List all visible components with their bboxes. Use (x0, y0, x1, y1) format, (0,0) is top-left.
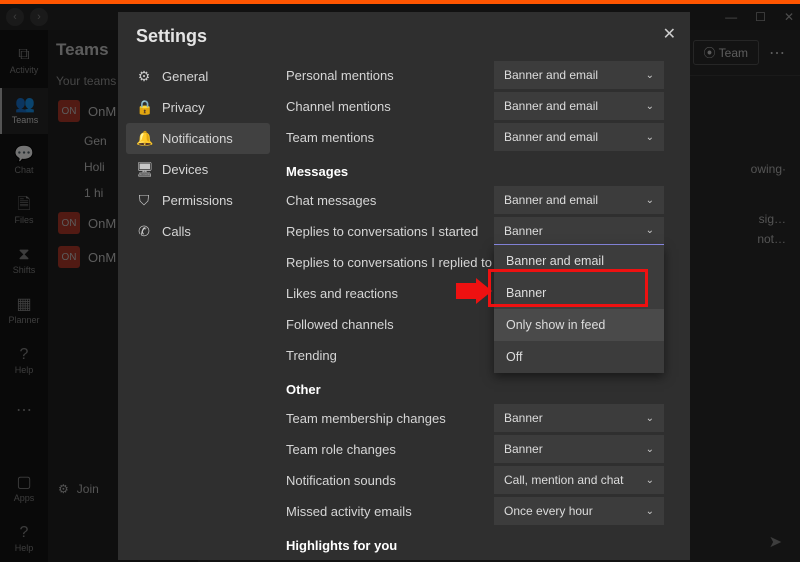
settings-modal: ✕ Settings ⚙ General 🔒 Privacy 🔔 Notificati… (118, 12, 690, 560)
section-heading: Highlights for you (286, 538, 664, 553)
dropdown-option-only-show-in-feed[interactable]: Only show in feed (494, 309, 664, 341)
sidebar-item-label: Privacy (162, 100, 205, 115)
sidebar-item-label: Permissions (162, 193, 233, 208)
dropdown-option[interactable]: Banner and email (494, 245, 664, 277)
settings-title: Settings (118, 12, 690, 55)
sidebar-item-label: Notifications (162, 131, 233, 146)
chevron-down-icon: ⌄ (646, 444, 654, 455)
setting-label: Notification sounds (286, 473, 494, 488)
sidebar-item-devices[interactable]: 🖥 Devices (126, 154, 270, 185)
sidebar-item-notifications[interactable]: 🔔 Notifications (126, 123, 270, 154)
dropdown-value: Call, mention and chat (504, 473, 623, 487)
setting-label: Chat messages (286, 193, 494, 208)
close-button[interactable]: ✕ (663, 24, 676, 44)
dropdown[interactable]: Banner and email ⌄ (494, 61, 664, 89)
sidebar-item-permissions[interactable]: ⛉ Permissions (126, 185, 270, 216)
bell-icon: 🔔 (136, 130, 152, 147)
dropdown-value: Banner and email (504, 99, 598, 113)
sidebar-item-label: General (162, 69, 208, 84)
key-icon: ⛉ (136, 192, 152, 209)
dropdown-option[interactable]: Banner (494, 277, 664, 309)
dropdown[interactable]: Call, mention and chat ⌄ (494, 466, 664, 494)
dropdown[interactable]: Once every hour ⌄ (494, 497, 664, 525)
sidebar-item-general[interactable]: ⚙ General (126, 61, 270, 92)
dropdown-value: Banner (504, 411, 543, 425)
sidebar-item-calls[interactable]: ✆ Calls (126, 216, 270, 247)
dropdown[interactable]: Banner and email ⌄ (494, 186, 664, 214)
dropdown[interactable]: Banner and email ⌄ (494, 92, 664, 120)
dropdown[interactable]: Banner ⌄ (494, 404, 664, 432)
chevron-down-icon: ⌄ (646, 475, 654, 486)
dropdown-value: Once every hour (504, 504, 593, 518)
section-heading: Messages (286, 164, 664, 179)
dropdown-value: Banner and email (504, 130, 598, 144)
phone-icon: ✆ (136, 223, 152, 240)
dropdown-value: Banner (504, 224, 543, 238)
chevron-down-icon: ⌄ (646, 225, 654, 236)
section-heading: Other (286, 382, 664, 397)
sidebar-item-label: Calls (162, 224, 191, 239)
dropdown-value: Banner and email (504, 68, 598, 82)
chevron-down-icon: ⌄ (646, 506, 654, 517)
chevron-down-icon: ⌄ (646, 132, 654, 143)
setting-label: Missed activity emails (286, 504, 494, 519)
setting-label: Personal mentions (286, 68, 494, 83)
setting-label: Channel mentions (286, 99, 494, 114)
chevron-down-icon: ⌄ (646, 413, 654, 424)
dropdown-list: Banner and email Banner Only show in fee… (494, 245, 664, 373)
chevron-down-icon: ⌄ (646, 101, 654, 112)
dropdown-value: Banner and email (504, 193, 598, 207)
settings-sidebar: ⚙ General 🔒 Privacy 🔔 Notifications 🖥 Device… (118, 55, 278, 560)
device-icon: 🖥 (136, 161, 152, 178)
dropdown-open[interactable]: Banner ⌄ (494, 217, 664, 245)
dropdown-value: Banner (504, 442, 543, 456)
setting-label: Team role changes (286, 442, 494, 457)
setting-label: Team mentions (286, 130, 494, 145)
chevron-down-icon: ⌄ (646, 195, 654, 206)
chevron-down-icon: ⌄ (646, 70, 654, 81)
dropdown[interactable]: Banner ⌄ (494, 435, 664, 463)
settings-content: Personal mentions Banner and email ⌄ Chann… (278, 55, 690, 560)
dropdown[interactable]: Banner and email ⌄ (494, 123, 664, 151)
setting-label: Replies to conversations I started (286, 224, 494, 239)
lock-icon: 🔒 (136, 99, 152, 116)
sidebar-item-privacy[interactable]: 🔒 Privacy (126, 92, 270, 123)
sidebar-item-label: Devices (162, 162, 208, 177)
gear-icon: ⚙ (136, 68, 152, 85)
setting-label: Team membership changes (286, 411, 494, 426)
dropdown-option[interactable]: Off (494, 341, 664, 373)
